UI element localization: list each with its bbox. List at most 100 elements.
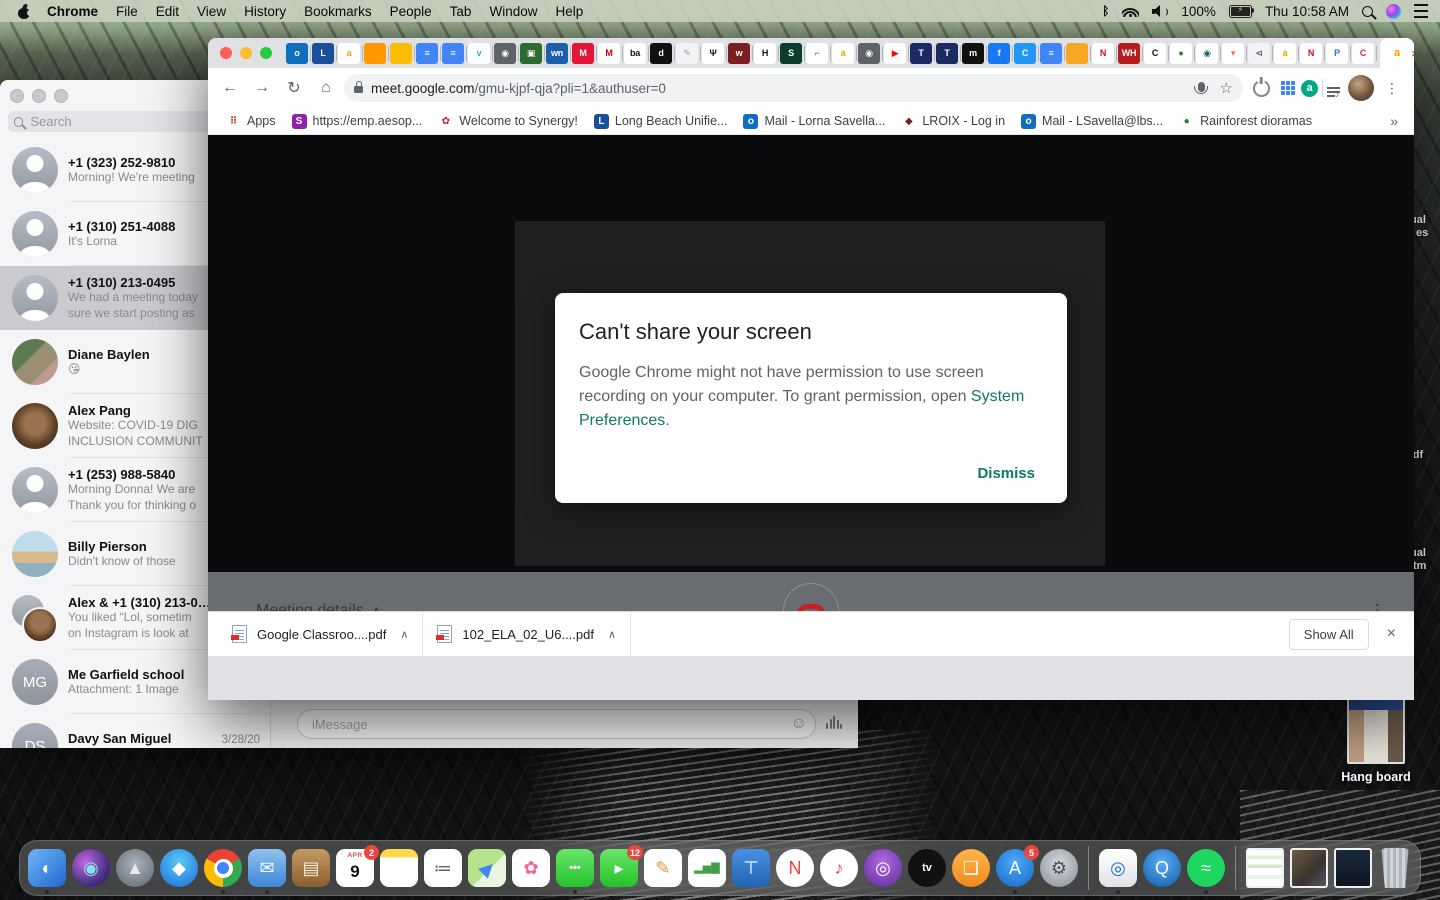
bookmark-item[interactable]: ● Rainforest dioramas — [1171, 111, 1320, 131]
url-text[interactable]: meet.google.com/gmu-kjpf-qja?pli=1&authu… — [371, 81, 1190, 96]
chrome-menu-icon[interactable]: ⋮ — [1378, 74, 1406, 102]
browser-tab[interactable]: d — [650, 42, 675, 64]
spotify[interactable]: ≈ — [1187, 849, 1225, 887]
bookmark-item[interactable]: S https://emp.aesop... — [284, 111, 431, 131]
active-tab[interactable]: a × — [1380, 38, 1414, 68]
browser-tab[interactable]: WH — [1118, 42, 1143, 64]
bookmark-item[interactable]: ✿ Welcome to Synergy! — [430, 111, 586, 131]
music[interactable]: ♪ — [820, 849, 858, 887]
browser-tab[interactable]: T — [936, 42, 961, 64]
playlist-extension-icon[interactable] — [1327, 87, 1340, 99]
conversation-row[interactable]: DS Davy San Miguel 3/28/20 hi aunty, doi… — [0, 714, 270, 748]
menu-item[interactable]: Window — [489, 4, 537, 19]
omnibox[interactable]: meet.google.com/gmu-kjpf-qja?pli=1&authu… — [344, 74, 1243, 102]
browser-tab[interactable]: ≡ — [1040, 42, 1065, 64]
menu-item[interactable]: History — [244, 4, 286, 19]
browser-tab[interactable]: M — [598, 42, 623, 64]
browser-tab[interactable] — [390, 42, 415, 64]
photos[interactable]: ✿ — [512, 849, 550, 887]
spotlight-search-icon[interactable] — [1362, 5, 1373, 17]
browser-tab[interactable]: ◉ — [858, 42, 883, 64]
battery-icon[interactable]: ⚡ — [1228, 4, 1255, 18]
browser-tab[interactable]: ◉ — [1196, 42, 1221, 64]
browser-tab[interactable]: P — [1326, 42, 1351, 64]
messages[interactable]: ••• — [556, 849, 594, 887]
system-preferences[interactable]: ⚙ — [1040, 849, 1078, 887]
browser-tab[interactable]: ● — [1170, 42, 1195, 64]
minimize-button[interactable] — [240, 47, 252, 59]
browser-tab[interactable]: N — [1300, 42, 1325, 64]
back-button[interactable]: ← — [216, 74, 244, 102]
download-chevron-icon[interactable]: ∧ — [608, 628, 616, 641]
maps[interactable]: ▶ — [468, 849, 506, 887]
forward-button[interactable]: → — [248, 74, 276, 102]
numbers[interactable]: ▂▅▇ — [688, 849, 726, 887]
browser-tab[interactable]: a — [1274, 42, 1299, 64]
facetime[interactable]: ▸ 12 — [600, 845, 643, 887]
browser-tab[interactable]: ba — [624, 42, 649, 64]
news[interactable]: N — [776, 849, 814, 887]
download-item[interactable]: 102_ELA_02_U6....pdf ∧ — [423, 612, 632, 656]
podcasts[interactable]: ◎ — [864, 849, 902, 887]
browser-tab[interactable]: ≡ — [442, 42, 467, 64]
menu-item[interactable]: Tab — [450, 4, 472, 19]
browser-tab[interactable]: N — [1092, 42, 1117, 64]
zoom-button[interactable] — [260, 47, 272, 59]
chrome[interactable] — [204, 849, 242, 887]
download-chevron-icon[interactable]: ∧ — [400, 628, 408, 641]
lock-icon[interactable] — [354, 81, 363, 93]
image-stack[interactable] — [1290, 848, 1328, 888]
bookmark-item[interactable]: ⠿ Apps — [218, 111, 284, 131]
browser-tab[interactable]: H — [754, 42, 779, 64]
browser-tab[interactable] — [364, 42, 389, 64]
bookmark-item[interactable]: o Mail - Lorna Savella... — [735, 111, 893, 131]
browser-tab[interactable]: ⌐ — [806, 42, 831, 64]
browser-tab[interactable]: o — [286, 42, 311, 64]
siri[interactable]: ◉ — [72, 849, 110, 887]
browser-tab[interactable]: Ψ — [702, 42, 727, 64]
bluetooth-icon[interactable]: ᛒ — [1102, 4, 1109, 18]
pages[interactable]: ✎ — [644, 849, 682, 887]
trash[interactable] — [1381, 848, 1409, 888]
amazon-assistant-extension-icon[interactable]: a — [1301, 79, 1318, 97]
books[interactable]: ❏ — [952, 849, 990, 887]
document-stack[interactable] — [1246, 848, 1284, 888]
download-item[interactable]: Google Classroo....pdf ∧ — [218, 612, 424, 656]
menu-item[interactable]: Edit — [156, 4, 179, 19]
menu-item[interactable]: Chrome — [47, 4, 98, 19]
finder[interactable]: ◐ — [28, 849, 66, 887]
apps-grid-extension-icon[interactable] — [1281, 81, 1285, 85]
browser-tab[interactable]: ⊲ — [1248, 42, 1273, 64]
browser-tab[interactable]: S — [780, 42, 805, 64]
power-extension-icon[interactable] — [1247, 74, 1275, 102]
app-store[interactable]: A 5 — [996, 845, 1039, 887]
mail[interactable]: ✉ — [248, 849, 286, 887]
desktop-icon-hang-board[interactable]: Hang board — [1336, 698, 1416, 784]
wifi-icon[interactable] — [1122, 5, 1140, 17]
browser-tab[interactable]: ▾ — [1222, 42, 1247, 64]
bookmark-star-icon[interactable]: ☆ — [1220, 81, 1233, 96]
webpage-stack[interactable] — [1334, 848, 1372, 888]
launchpad[interactable]: ▲ — [116, 849, 154, 887]
browser-tab[interactable]: v — [468, 42, 493, 64]
safari[interactable]: ◆ — [160, 849, 198, 887]
browser-tab[interactable]: M — [572, 42, 597, 64]
close-button[interactable] — [220, 47, 232, 59]
browser-tab[interactable]: ≡ — [416, 42, 441, 64]
menu-clock[interactable]: Thu 10:58 AM — [1265, 4, 1349, 19]
bookmark-item[interactable]: L Long Beach Unifie... — [586, 111, 736, 131]
contacts[interactable]: ▤ — [292, 849, 330, 887]
notes[interactable] — [380, 849, 418, 887]
audio-message-icon[interactable] — [826, 716, 842, 731]
notification-center-icon[interactable] — [1414, 4, 1428, 18]
close-button[interactable] — [10, 89, 24, 103]
browser-tab[interactable]: m — [962, 42, 987, 64]
browser-tab[interactable]: T — [910, 42, 935, 64]
minimize-button[interactable] — [32, 89, 46, 103]
zoom-button[interactable] — [54, 89, 68, 103]
apple-menu-icon[interactable] — [18, 2, 33, 19]
bookmark-item[interactable]: o Mail - LSavella@lbs... — [1013, 111, 1171, 131]
browser-tab[interactable]: C — [1144, 42, 1169, 64]
profile-avatar[interactable] — [1348, 75, 1374, 101]
imessage-input[interactable] — [310, 715, 791, 733]
